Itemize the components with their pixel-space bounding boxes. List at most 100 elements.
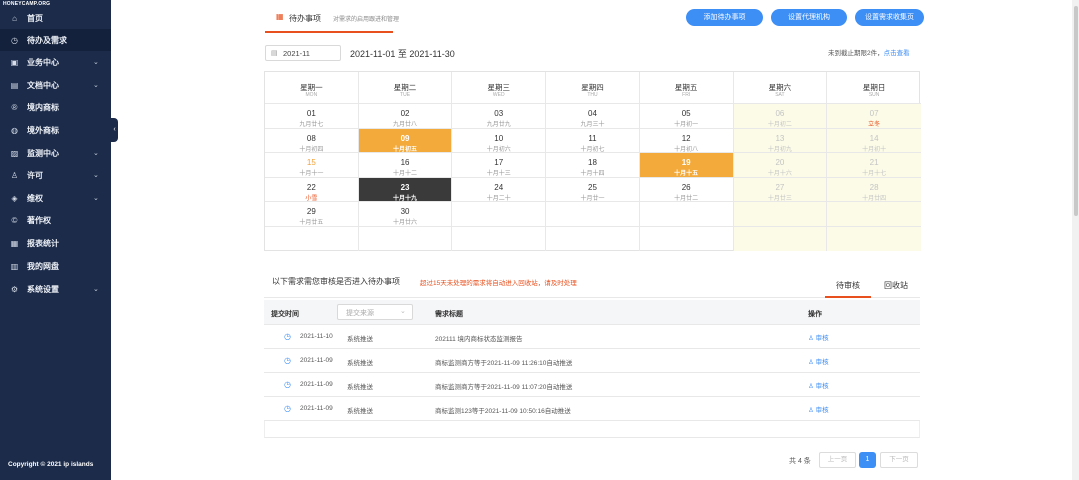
calendar-day-cell[interactable]: 20 十月十六 [733, 153, 828, 178]
row-date: 2021-11-09 [300, 357, 333, 364]
table-row: ◷ 2021-11-09 系统推送 商标监测商方等于2021-11-09 11:07:… [264, 373, 920, 397]
sidebar-item-label: 许可 [27, 170, 43, 180]
weekday-header: 星期三 WED [452, 72, 547, 104]
day-number: 20 [775, 158, 785, 167]
sidebar-item-7[interactable]: ♙ 许可 ⌄ [0, 164, 111, 186]
row-date: 2021-11-10 [300, 333, 333, 340]
calendar-day-cell[interactable]: 01 九月廿七 [265, 104, 359, 129]
calendar-day-cell[interactable]: 26 十月廿二 [639, 177, 734, 202]
calendar-day-cell[interactable]: 27 十月廿三 [733, 177, 828, 202]
review-action-button[interactable]: ♙ 审核 [808, 380, 829, 390]
calendar-day-cell[interactable]: 11 十月初七 [546, 128, 640, 153]
home-icon: ⌂ [12, 13, 17, 23]
review-action-button[interactable]: ♙ 审核 [808, 404, 829, 414]
sidebar-item-4[interactable]: ® 境内商标 [0, 96, 111, 118]
calendar-day-cell[interactable]: 22 小雪 [265, 177, 359, 202]
calendar-day-cell[interactable] [452, 202, 547, 227]
calendar-day-cell[interactable] [640, 226, 734, 251]
day-number: 30 [400, 207, 410, 216]
sidebar-item-8[interactable]: ◈ 维权 ⌄ [0, 187, 111, 209]
calendar-day-cell[interactable]: 08 十月初四 [265, 128, 359, 153]
review-action-button[interactable]: ♙ 审核 [808, 356, 829, 366]
sidebar-item-11[interactable]: ▥ 我的网盘 [0, 255, 111, 277]
sidebar-item-9[interactable]: © 著作权 [0, 209, 111, 231]
tab-recycle-bin[interactable]: 回收站 [884, 280, 908, 291]
sidebar-item-6[interactable]: ▨ 监测中心 ⌄ [0, 142, 111, 164]
calendar-day-cell[interactable]: 15 十月十一 [265, 153, 359, 178]
calendar-day-cell[interactable]: 23 十月十九 [358, 177, 453, 202]
sidebar-item-3[interactable]: ▤ 文档中心 ⌄ [0, 74, 111, 96]
monitor-icon: ▨ [10, 148, 19, 158]
calendar-day-cell[interactable]: 07 立冬 [827, 104, 921, 129]
prev-page-button[interactable]: 上一页 [819, 452, 856, 468]
table-row: ◷ 2021-11-10 系统推送 202111 境内商标状态监测报告 ♙ 审核 [264, 325, 920, 349]
sidebar-item-2[interactable]: ▣ 业务中心 ⌄ [0, 51, 111, 73]
sidebar-item-10[interactable]: ▦ 报表统计 [0, 232, 111, 254]
calendar-day-cell[interactable] [827, 202, 921, 227]
lunar-date: 十月初二 [767, 122, 792, 128]
calendar-day-cell[interactable]: 06 十月初二 [733, 104, 828, 129]
deadline-text: 未到截止期限2件， [828, 50, 884, 57]
calendar-day-cell[interactable]: 17 十月十三 [452, 153, 547, 178]
page-1-button[interactable]: 1 [859, 452, 876, 468]
calendar-day-cell[interactable] [733, 202, 828, 227]
deadline-view-link[interactable]: 点击查看 [884, 50, 910, 57]
lunar-date: 十月十六 [767, 171, 792, 177]
calendar-day-cell[interactable]: 16 十月十二 [358, 153, 453, 178]
add-todo-button[interactable]: 添加待办事项 [686, 9, 763, 26]
calendar-day-cell[interactable]: 14 十月初十 [827, 128, 921, 153]
chevron-down-icon: ⌄ [93, 59, 99, 66]
calendar-day-cell[interactable] [265, 226, 359, 251]
calendar-day-cell[interactable] [359, 226, 453, 251]
calendar-day-cell[interactable]: 02 九月廿八 [358, 104, 453, 129]
calendar-day-cell[interactable]: 28 十月廿四 [827, 177, 921, 202]
calendar-day-cell[interactable]: 30 十月廿六 [358, 202, 453, 227]
calendar-day-cell[interactable]: 13 十月初九 [733, 128, 828, 153]
sidebar-collapse-handle[interactable]: ‹ [111, 118, 118, 142]
calendar-day-cell[interactable]: 03 九月廿九 [452, 104, 547, 129]
calendar-day-cell[interactable]: 04 九月三十 [546, 104, 640, 129]
lunar-date: 十月初一 [674, 122, 699, 128]
calendar-day-cell[interactable]: 29 十月廿五 [265, 202, 359, 227]
page-scrollbar-thumb[interactable] [1074, 6, 1078, 216]
day-number: 12 [681, 133, 691, 143]
calendar-day-cell[interactable] [546, 226, 640, 251]
lunar-date: 十月初六 [486, 146, 511, 153]
set-collect-page-button[interactable]: 设置需求收集页 [855, 9, 924, 26]
day-number: 05 [681, 109, 691, 118]
day-number: 25 [588, 182, 597, 192]
calendar-day-cell[interactable] [827, 226, 921, 251]
sidebar-item-0[interactable]: ⌂ 首页 [0, 7, 111, 29]
calendar-day-cell[interactable]: 09 十月初五 [358, 128, 453, 153]
calendar-day-cell[interactable]: 21 十月十七 [827, 153, 921, 178]
lunar-date: 十月初八 [674, 146, 699, 153]
calendar-day-cell[interactable] [733, 226, 828, 251]
tab-todo-subtitle: 对需求的启用跟进和管理 [333, 17, 400, 23]
calendar-day-cell[interactable]: 18 十月十四 [546, 153, 640, 178]
calendar-day-cell[interactable]: 10 十月初六 [452, 128, 547, 153]
row-title: 商标监测商方等于2021-11-09 11:26:10自动推送 [435, 360, 573, 367]
sidebar-item-1[interactable]: ◷ 待办及需求 [0, 29, 111, 51]
calendar-day-cell[interactable]: 25 十月廿一 [546, 177, 640, 202]
lunar-date: 十月初四 [299, 146, 324, 153]
calendar-day-cell[interactable]: 12 十月初八 [639, 128, 734, 153]
set-agency-button[interactable]: 设置代理机构 [771, 9, 847, 26]
sidebar-item-12[interactable]: ⚙ 系统设置 ⌄ [0, 278, 111, 300]
review-action-button[interactable]: ♙ 审核 [808, 332, 829, 342]
next-page-button[interactable]: 下一页 [880, 452, 918, 468]
calendar-day-cell[interactable] [546, 202, 640, 227]
lunar-date: 十月廿三 [767, 195, 792, 202]
calendar-day-cell[interactable] [452, 226, 547, 251]
calendar-day-cell[interactable]: 24 十月二十 [452, 177, 547, 202]
month-picker[interactable]: ▤ 2021-11 [265, 45, 341, 61]
calendar-day-cell[interactable]: 05 十月初一 [639, 104, 734, 129]
lunar-date: 九月廿八 [393, 122, 418, 128]
row-source: 系统推送 [347, 360, 373, 367]
weekday-en: MON [305, 92, 318, 98]
calendar-day-cell[interactable]: 19 十月十五 [639, 153, 734, 178]
sidebar-item-label: 境外商标 [27, 125, 59, 135]
sidebar-item-5[interactable]: ◍ 境外商标 [0, 119, 111, 141]
source-filter-select[interactable]: 提交来源 ⌄ [337, 304, 413, 320]
calendar-day-cell[interactable] [639, 202, 734, 227]
tab-pending-review[interactable]: 待审核 [836, 280, 860, 291]
